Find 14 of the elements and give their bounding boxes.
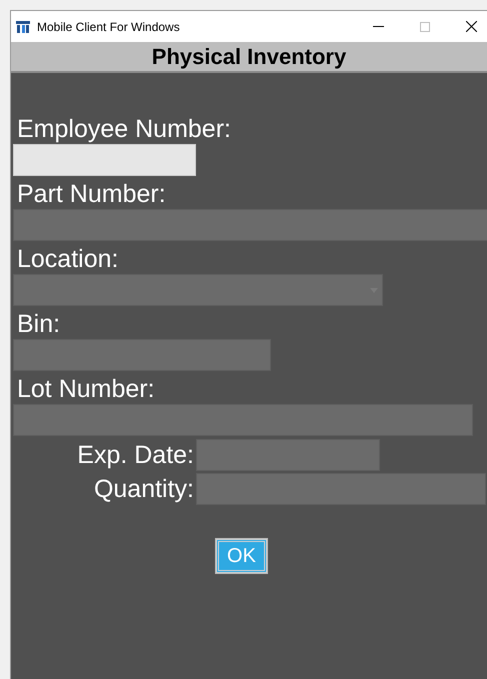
page-title: Physical Inventory <box>152 43 346 71</box>
app-icon <box>16 20 30 32</box>
minimize-icon[interactable] <box>373 26 384 27</box>
field-label: Quantity: <box>92 474 195 504</box>
maximize-icon[interactable] <box>420 22 430 32</box>
close-icon[interactable] <box>466 21 477 32</box>
field-label: Location: <box>17 244 120 274</box>
field-label: Part Number: <box>17 179 167 209</box>
field-label: Employee Number: <box>17 114 232 144</box>
window-title: Mobile Client For Windows <box>37 18 180 36</box>
ok-button[interactable]: OK <box>216 539 267 573</box>
field-label: Exp. Date: <box>76 440 195 470</box>
field-label: Bin: <box>17 309 62 339</box>
field-label: Lot Number: <box>17 374 156 404</box>
